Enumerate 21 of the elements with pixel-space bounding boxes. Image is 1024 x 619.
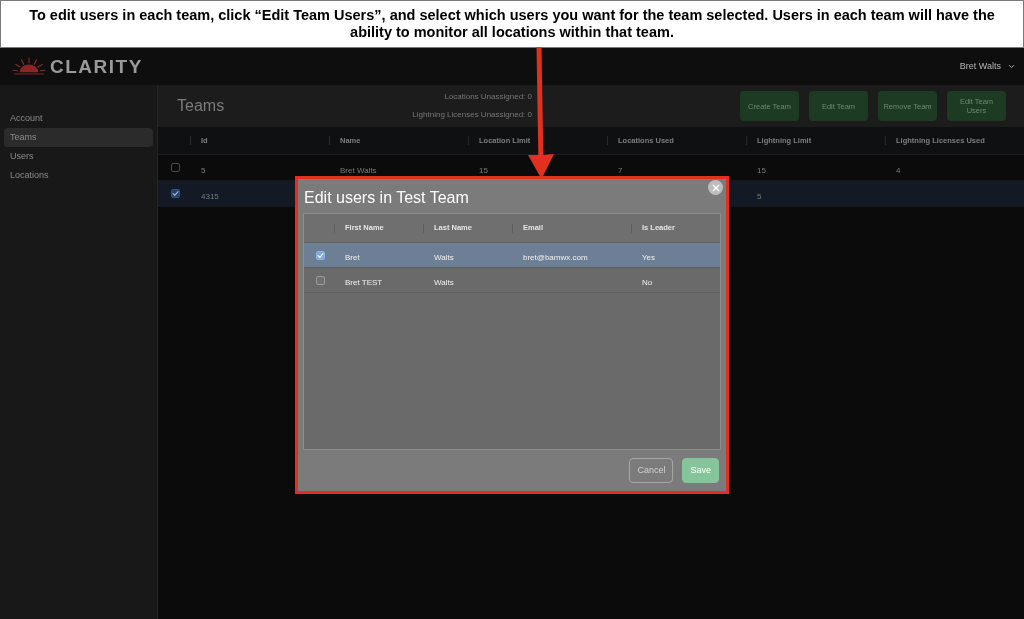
table-cell: bret@bamwx.com [523,253,588,262]
table-cell: 7 [618,165,623,175]
table-cell: 15 [479,165,488,175]
logo-text: CLARITY [50,57,143,76]
annotation-text: To edit users in each team, click “Edit Team Users”, and select which users you want for the team selected. Users in each team will have the ability to monitor all locations within that team. [28,7,996,41]
summary-text: Locations Unassigned: 0 [444,92,532,102]
dialog-title: Edit users in Test Team [304,190,469,206]
table-cell: 4315 [201,191,219,201]
table-cell: 4 [896,165,901,175]
table-cell: Bret TEST [345,278,383,287]
page-title: Teams [177,98,225,114]
table-cell: No [642,278,653,287]
table-cell: 15 [757,165,766,175]
table-cell: Bret Walts [340,165,377,175]
summary-text: Lightning Licenses Unassigned: 0 [412,110,532,120]
table-cell: Bret [345,253,360,262]
table-cell: Walts [434,253,454,262]
table-cell: 5 [201,165,206,175]
table-cell: Walts [434,278,454,287]
table-cell: Yes [642,253,656,262]
table-cell: 5 [757,191,762,201]
